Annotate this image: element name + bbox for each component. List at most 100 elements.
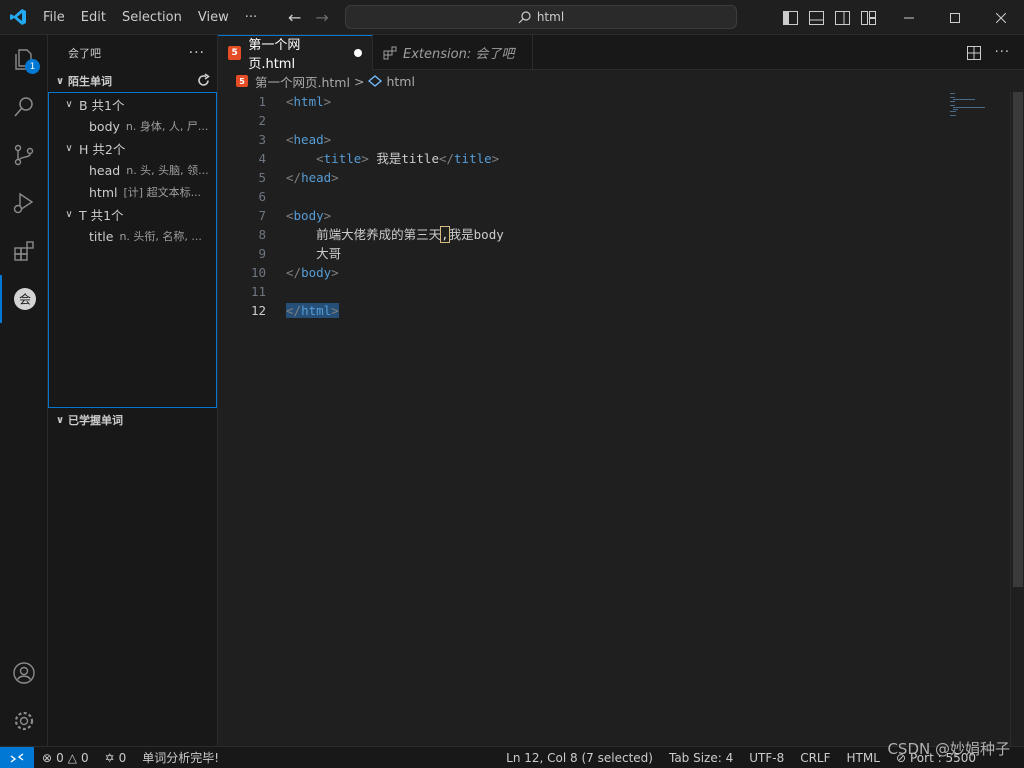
group-row-b[interactable]: ∨ B 共1个 <box>49 93 216 115</box>
layout-controls <box>782 0 876 35</box>
warning-icon: △ <box>67 750 77 765</box>
code-line: <title> 我是title</title> <box>316 151 500 166</box>
scrollbar-thumb[interactable] <box>1013 92 1023 587</box>
title-bar: File Edit Selection View ··· ← → html <box>0 0 1024 35</box>
error-icon: ⊗ <box>42 750 53 765</box>
extension-preview-icon <box>383 46 397 59</box>
body-text-a: 前端大佬养成的第三天 <box>316 227 442 242</box>
section-learned-words-header[interactable]: ∨ 已学握单词 <box>48 409 217 431</box>
toggle-secondary-sidebar-icon[interactable] <box>834 10 850 26</box>
sidebar-title: 会了吧 <box>68 46 101 60</box>
breadcrumb-separator: > <box>353 73 365 89</box>
word-row-body[interactable]: body n. 身体, 人, 尸... <box>49 115 216 137</box>
word-row-head[interactable]: head n. 头, 头脑, 领... <box>49 159 216 181</box>
line-number: 3 <box>258 132 266 147</box>
line-number: 4 <box>258 151 266 166</box>
account-icon[interactable] <box>0 649 48 697</box>
tab-label: Extension: 会了吧 <box>403 47 515 62</box>
tab-html-file[interactable]: 5 第一个网页.html <box>218 35 373 72</box>
code-line-current: </html> <box>286 303 339 318</box>
highlighted-comma: , <box>440 226 450 243</box>
extensions-icon[interactable] <box>0 227 48 275</box>
code-editor[interactable]: 1 2 3 4 5 6 7 8 9 10 11 12 <html> <head>… <box>218 92 1024 746</box>
chevron-down-icon: ∨ <box>65 142 73 154</box>
arrow-right-icon[interactable]: → <box>315 8 328 27</box>
line-number: 1 <box>258 94 266 109</box>
menu-file[interactable]: File <box>35 0 73 35</box>
huiliaoba-extension-icon[interactable]: 会 <box>0 275 48 323</box>
word-definition: [计] 超文本标... <box>123 186 202 199</box>
word-text: html <box>89 184 118 200</box>
problems-status[interactable]: ⊗ 0 △ 0 <box>34 751 97 765</box>
breadcrumb-file[interactable]: 第一个网页.html <box>255 72 350 91</box>
tab-more-actions-button[interactable]: ··· <box>995 45 1010 60</box>
command-center-text: html <box>536 10 565 24</box>
word-definition: n. 身体, 人, 尸... <box>125 120 209 133</box>
minimap[interactable] <box>950 92 1010 132</box>
refresh-icon[interactable] <box>196 73 211 91</box>
word-row-title[interactable]: title n. 头衔, 名称, ... <box>49 225 216 247</box>
word-row-html[interactable]: html [计] 超文本标... <box>49 181 216 203</box>
tab-size[interactable]: Tab Size: 4 <box>661 751 741 765</box>
section-unknown-words-header[interactable]: ∨ 陌生单词 <box>48 70 217 92</box>
section-learned-words-title: 已学握单词 <box>68 414 123 427</box>
unknown-words-tree: ∨ B 共1个 body n. 身体, 人, 尸... ∨ H 共2个 head… <box>48 92 217 408</box>
code-line: <head> <box>286 132 332 147</box>
status-message: 单词分析完毕! <box>142 751 220 765</box>
arrow-left-icon[interactable]: ← <box>288 8 301 27</box>
editor-tabs: 5 第一个网页.html Extension: 会了吧 ··· <box>218 35 1024 72</box>
toggle-panel-icon[interactable] <box>808 10 824 26</box>
word-definition: n. 头衔, 名称, ... <box>119 230 202 243</box>
menu-view[interactable]: View <box>190 0 237 35</box>
run-debug-icon[interactable] <box>0 179 48 227</box>
code-line: </head> <box>286 170 339 185</box>
line-number: 5 <box>258 170 266 185</box>
word-text: head <box>89 162 121 178</box>
menu-more[interactable]: ··· <box>237 0 265 35</box>
toggle-primary-sidebar-icon[interactable] <box>782 10 798 26</box>
menu-selection[interactable]: Selection <box>114 0 190 35</box>
group-row-h[interactable]: ∨ H 共2个 <box>49 137 216 159</box>
breadcrumb-symbol[interactable]: html <box>386 74 414 89</box>
line-number: 10 <box>250 265 266 280</box>
command-center[interactable]: html <box>345 5 737 29</box>
watermark: CSDN @妙娟种子 <box>887 740 1010 758</box>
line-number: 9 <box>258 246 266 261</box>
tab-extension[interactable]: Extension: 会了吧 <box>373 35 533 70</box>
group-label: H 共2个 <box>79 141 126 157</box>
cursor-position[interactable]: Ln 12, Col 8 (7 selected) <box>498 751 661 765</box>
maximize-icon[interactable] <box>932 0 978 35</box>
ports-count: 0 <box>118 750 127 765</box>
language-mode[interactable]: HTML <box>839 751 888 765</box>
chevron-down-icon: ∨ <box>55 414 65 426</box>
split-editor-icon[interactable] <box>966 45 981 60</box>
word-definition: n. 头, 头脑, 领... <box>126 164 209 177</box>
code-line: <body> <box>286 208 332 223</box>
customize-layout-icon[interactable] <box>860 10 876 26</box>
navigation-buttons: ← → <box>288 0 329 35</box>
unsaved-dot-icon[interactable] <box>354 49 362 57</box>
broadcast-icon: ✡ <box>104 750 115 765</box>
group-row-t[interactable]: ∨ T 共1个 <box>49 203 216 225</box>
vertical-scrollbar[interactable] <box>1010 92 1024 746</box>
encoding[interactable]: UTF-8 <box>741 751 792 765</box>
chevron-down-icon: ∨ <box>65 208 73 220</box>
explorer-icon[interactable]: 1 <box>0 35 48 83</box>
warning-count: 0 <box>80 750 89 765</box>
end-of-line[interactable]: CRLF <box>792 751 838 765</box>
settings-gear-icon[interactable] <box>0 697 48 745</box>
vscode-logo-icon <box>0 0 35 35</box>
search-icon[interactable] <box>0 83 48 131</box>
svg-text:会: 会 <box>19 293 31 307</box>
menu-edit[interactable]: Edit <box>73 0 114 35</box>
source-control-icon[interactable] <box>0 131 48 179</box>
minimize-icon[interactable] <box>886 0 932 35</box>
more-actions-button[interactable]: ··· <box>189 45 205 61</box>
remote-indicator-icon[interactable] <box>0 746 34 768</box>
code-content: <html> <head> <title> 我是title</title> </… <box>286 92 504 320</box>
section-unknown-words-title: 陌生单词 <box>68 75 112 88</box>
close-icon[interactable] <box>978 0 1024 35</box>
ports-status[interactable]: ✡ 0 <box>97 751 135 765</box>
